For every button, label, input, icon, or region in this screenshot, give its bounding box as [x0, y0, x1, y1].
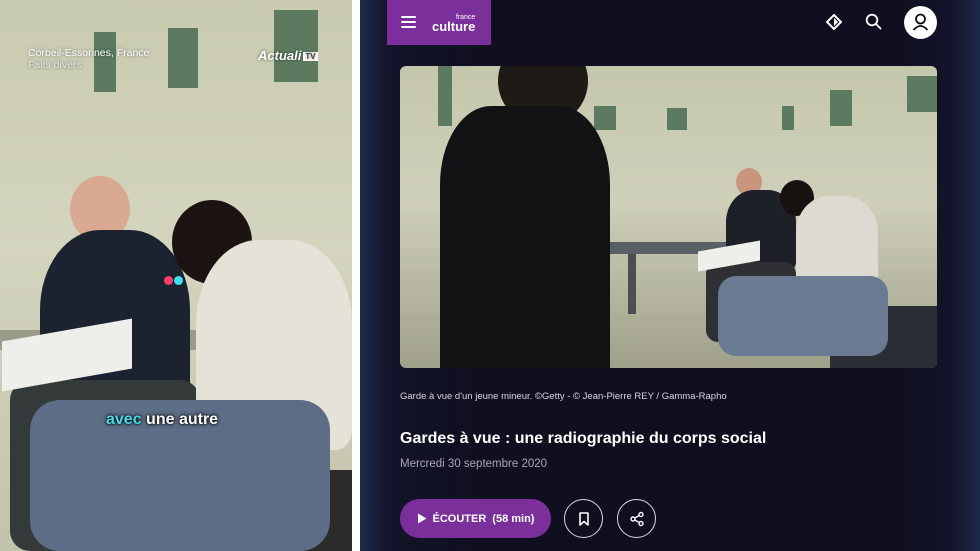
- article-title: Gardes à vue : une radiographie du corps…: [400, 430, 767, 447]
- play-icon: [417, 513, 427, 524]
- video-frame: Corbeil-Essonnes, France Faits divers Ac…: [0, 0, 352, 551]
- search-icon[interactable]: [865, 13, 882, 35]
- wall-tile: [168, 28, 198, 88]
- bench: [628, 254, 636, 314]
- video-location: Corbeil-Essonnes, France: [28, 47, 150, 59]
- wall-tile: [782, 106, 794, 130]
- video-subtitle: avec une autre: [106, 411, 218, 429]
- france-culture-logo[interactable]: france culture: [432, 13, 476, 34]
- article-date: Mercredi 30 septembre 2020: [400, 458, 548, 470]
- wall-tile: [830, 90, 852, 126]
- article-page: france culture Garde à vue d'un jeune mi…: [360, 0, 980, 551]
- share-icon: [629, 511, 644, 526]
- top-bar: france culture: [360, 0, 980, 45]
- person-body: [796, 196, 878, 288]
- person-legs: [718, 276, 888, 356]
- listen-label: ÉCOUTER: [432, 512, 487, 525]
- listen-duration: (58 min): [492, 512, 535, 525]
- recording-dots-icon: [164, 272, 184, 290]
- wall-tile: [438, 66, 452, 126]
- diamond-icon[interactable]: [825, 13, 843, 35]
- video-category: Faits divers: [28, 59, 82, 71]
- source-logo-tv: TV: [303, 52, 318, 62]
- source-logo-text: Actuali: [258, 48, 302, 63]
- wall-tile: [274, 10, 318, 82]
- bookmark-button[interactable]: [564, 499, 603, 538]
- subtitle-text: une autre: [146, 411, 219, 428]
- user-icon[interactable]: [904, 6, 937, 39]
- person-body: [440, 106, 610, 368]
- subtitle-highlight: avec: [106, 411, 142, 428]
- listen-button[interactable]: ÉCOUTER (58 min): [400, 499, 551, 538]
- video-location-caption: Corbeil-Essonnes, France Faits divers: [28, 47, 149, 71]
- wall-tile: [907, 76, 937, 112]
- article-photo: [400, 66, 937, 368]
- logo-main: culture: [432, 19, 476, 34]
- brand-block[interactable]: france culture: [387, 0, 491, 45]
- panel-divider: [352, 0, 360, 551]
- wall-tile: [667, 108, 687, 130]
- source-logo: Actuali TV: [258, 48, 318, 63]
- bookmark-icon: [578, 511, 589, 526]
- share-button[interactable]: [617, 499, 656, 538]
- photo-credit: Garde à vue d'un jeune mineur. ©Getty - …: [400, 391, 727, 402]
- wall-tile: [594, 106, 616, 130]
- menu-icon[interactable]: [401, 16, 416, 28]
